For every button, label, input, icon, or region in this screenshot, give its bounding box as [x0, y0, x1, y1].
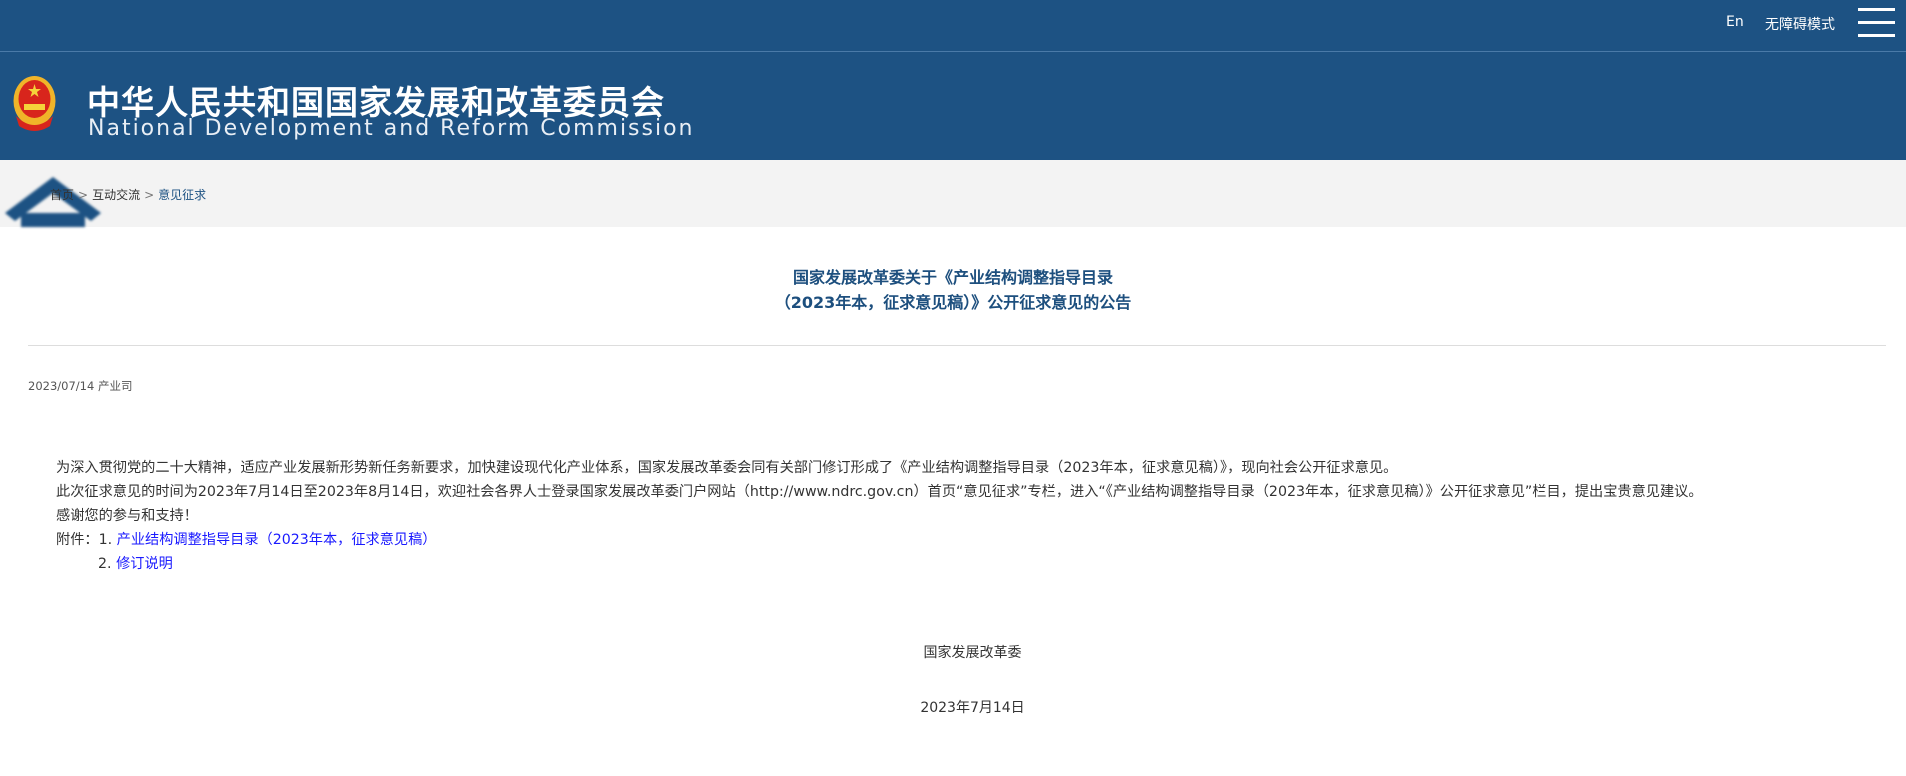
- paragraph: 此次征求意见的时间为2023年7月14日至2023年8月14日，欢迎社会各界人士…: [56, 484, 1703, 500]
- accessibility-mode-link[interactable]: 无障碍模式: [1765, 14, 1835, 34]
- attachment-row: 附件：1. 产业结构调整指导目录（2023年本，征求意见稿）: [56, 528, 1703, 552]
- breadcrumb: 首页 > 互动交流 > 意见征求: [50, 186, 206, 203]
- paragraph: 感谢您的参与和支持！: [56, 508, 198, 524]
- article-title-line2: （2023年本，征求意见稿）》公开征求意见的公告: [774, 293, 1132, 312]
- title-divider: [28, 345, 1886, 346]
- breadcrumb-separator: >: [144, 188, 155, 202]
- top-bar: En 无障碍模式: [0, 0, 1906, 52]
- national-emblem-icon: [13, 76, 56, 131]
- attachment-link-catalog[interactable]: 产业结构调整指导目录（2023年本，征求意见稿）: [117, 532, 437, 548]
- paragraph: 为深入贯彻党的二十大精神，适应产业发展新形势新任务新要求，加快建设现代化产业体系…: [56, 460, 1398, 476]
- breadcrumb-home[interactable]: 首页: [50, 188, 74, 202]
- breadcrumb-consultation[interactable]: 意见征求: [158, 188, 206, 202]
- breadcrumb-separator: >: [78, 188, 89, 202]
- attachment-link-revision-notes[interactable]: 修订说明: [116, 556, 173, 572]
- language-english-link[interactable]: En: [1726, 14, 1744, 30]
- breadcrumb-bar: 首页 > 互动交流 > 意见征求: [0, 160, 1906, 227]
- hamburger-menu-icon[interactable]: [1858, 8, 1895, 37]
- article-department: 产业司: [97, 379, 133, 393]
- site-title-english[interactable]: National Development and Reform Commissi…: [88, 116, 695, 141]
- article-title-line1: 国家发展改革委关于《产业结构调整指导目录: [792, 268, 1113, 287]
- article-date: 2023/07/14: [28, 379, 95, 393]
- attachment-number: 2.: [98, 556, 112, 572]
- attachments-label: 附件：: [56, 532, 99, 548]
- sign-date: 2023年7月14日: [920, 700, 1025, 716]
- attachment-row: 2. 修订说明: [56, 552, 1703, 576]
- article-meta: 2023/07/14 产业司: [28, 378, 132, 394]
- site-header: 中华人民共和国国家发展和改革委员会 National Development a…: [0, 52, 1906, 160]
- breadcrumb-interaction[interactable]: 互动交流: [92, 188, 140, 202]
- attachment-number: 1.: [98, 532, 113, 548]
- article-body: 为深入贯彻党的二十大精神，适应产业发展新形势新任务新要求，加快建设现代化产业体系…: [56, 456, 1703, 576]
- signature: 国家发展改革委: [923, 645, 1022, 661]
